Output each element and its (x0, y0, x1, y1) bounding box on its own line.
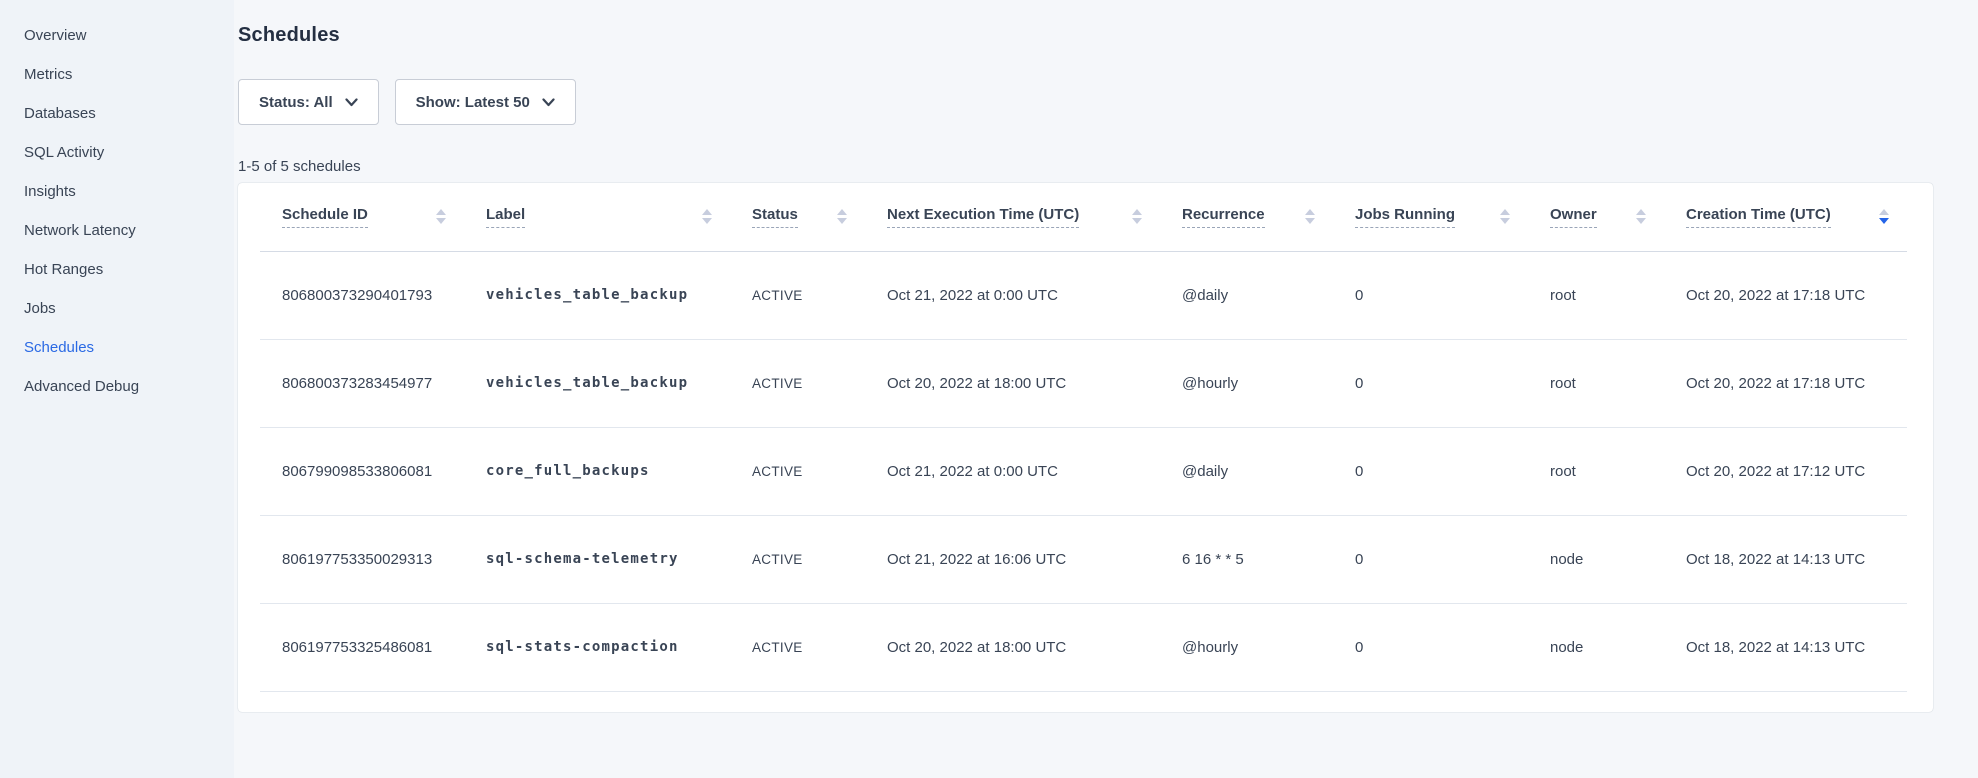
status-cell: ACTIVE (730, 339, 865, 427)
schedule-id-cell: 806800373283454977 (260, 339, 464, 427)
next-execution-cell: Oct 20, 2022 at 18:00 UTC (865, 339, 1160, 427)
chevron-down-icon (542, 98, 555, 107)
sidebar-item-databases[interactable]: Databases (0, 94, 234, 133)
table-row: 806799098533806081 core_full_backups ACT… (260, 427, 1907, 515)
sidebar-item-schedules[interactable]: Schedules (0, 328, 234, 367)
creation-time-cell: Oct 20, 2022 at 17:12 UTC (1664, 427, 1907, 515)
jobs-running-cell: 0 (1333, 515, 1528, 603)
show-filter-label: Show: Latest 50 (416, 94, 530, 111)
schedules-card: Schedule ID Label Status Next Execution … (238, 183, 1933, 712)
next-execution-cell: Oct 21, 2022 at 16:06 UTC (865, 515, 1160, 603)
next-execution-cell: Oct 20, 2022 at 18:00 UTC (865, 603, 1160, 691)
sort-icon (1132, 209, 1142, 224)
owner-cell: node (1528, 515, 1664, 603)
schedules-table: Schedule ID Label Status Next Execution … (260, 183, 1907, 692)
sort-icon (1636, 209, 1646, 224)
jobs-running-cell: 0 (1333, 427, 1528, 515)
schedule-label-cell: vehicles_table_backup (464, 251, 730, 339)
status-cell: ACTIVE (730, 515, 865, 603)
owner-cell: root (1528, 251, 1664, 339)
column-header-creation-time[interactable]: Creation Time (UTC) (1664, 183, 1907, 251)
column-header-next-execution-time[interactable]: Next Execution Time (UTC) (865, 183, 1160, 251)
filters-bar: Status: All Show: Latest 50 (238, 79, 1933, 125)
sidebar-item-sql-activity[interactable]: SQL Activity (0, 133, 234, 172)
jobs-running-cell: 0 (1333, 339, 1528, 427)
table-header-row: Schedule ID Label Status Next Execution … (260, 183, 1907, 251)
creation-time-cell: Oct 18, 2022 at 14:13 UTC (1664, 603, 1907, 691)
table-row: 806800373283454977 vehicles_table_backup… (260, 339, 1907, 427)
schedule-id-cell: 806197753325486081 (260, 603, 464, 691)
recurrence-cell: 6 16 * * 5 (1160, 515, 1333, 603)
recurrence-cell: @hourly (1160, 603, 1333, 691)
sort-icon (1879, 209, 1889, 224)
jobs-running-cell: 0 (1333, 251, 1528, 339)
owner-cell: root (1528, 427, 1664, 515)
sort-icon (1500, 209, 1510, 224)
column-header-owner[interactable]: Owner (1528, 183, 1664, 251)
column-label: Owner (1550, 206, 1597, 228)
sort-icon (837, 209, 847, 224)
sidebar-item-metrics[interactable]: Metrics (0, 55, 234, 94)
sidebar: Overview Metrics Databases SQL Activity … (0, 0, 234, 778)
creation-time-cell: Oct 20, 2022 at 17:18 UTC (1664, 251, 1907, 339)
schedule-label-cell: vehicles_table_backup (464, 339, 730, 427)
next-execution-cell: Oct 21, 2022 at 0:00 UTC (865, 251, 1160, 339)
schedule-label-cell: sql-schema-telemetry (464, 515, 730, 603)
sidebar-item-hot-ranges[interactable]: Hot Ranges (0, 250, 234, 289)
sort-icon (436, 209, 446, 224)
column-label: Label (486, 206, 525, 228)
column-header-status[interactable]: Status (730, 183, 865, 251)
table-row: 806197753325486081 sql-stats-compaction … (260, 603, 1907, 691)
sidebar-item-overview[interactable]: Overview (0, 16, 234, 55)
recurrence-cell: @daily (1160, 427, 1333, 515)
recurrence-cell: @hourly (1160, 339, 1333, 427)
sidebar-item-insights[interactable]: Insights (0, 172, 234, 211)
sidebar-item-jobs[interactable]: Jobs (0, 289, 234, 328)
main-content: Schedules Status: All Show: Latest 50 1-… (234, 0, 1978, 778)
owner-cell: node (1528, 603, 1664, 691)
sort-icon (1305, 209, 1315, 224)
schedule-id-cell: 806799098533806081 (260, 427, 464, 515)
creation-time-cell: Oct 20, 2022 at 17:18 UTC (1664, 339, 1907, 427)
column-label: Status (752, 206, 798, 228)
sidebar-item-network-latency[interactable]: Network Latency (0, 211, 234, 250)
table-row: 806800373290401793 vehicles_table_backup… (260, 251, 1907, 339)
status-cell: ACTIVE (730, 427, 865, 515)
column-label: Jobs Running (1355, 206, 1455, 228)
schedule-id-cell: 806800373290401793 (260, 251, 464, 339)
status-cell: ACTIVE (730, 251, 865, 339)
status-filter-label: Status: All (259, 94, 333, 111)
jobs-running-cell: 0 (1333, 603, 1528, 691)
schedule-id-cell: 806197753350029313 (260, 515, 464, 603)
column-header-schedule-id[interactable]: Schedule ID (260, 183, 464, 251)
column-header-jobs-running[interactable]: Jobs Running (1333, 183, 1528, 251)
column-label: Schedule ID (282, 206, 368, 228)
chevron-down-icon (345, 98, 358, 107)
column-header-label[interactable]: Label (464, 183, 730, 251)
column-label: Creation Time (UTC) (1686, 206, 1831, 228)
results-count: 1-5 of 5 schedules (238, 158, 1933, 175)
column-header-recurrence[interactable]: Recurrence (1160, 183, 1333, 251)
status-filter-dropdown[interactable]: Status: All (238, 79, 379, 125)
recurrence-cell: @daily (1160, 251, 1333, 339)
sort-icon (702, 209, 712, 224)
schedule-label-cell: sql-stats-compaction (464, 603, 730, 691)
show-filter-dropdown[interactable]: Show: Latest 50 (395, 79, 576, 125)
column-label: Recurrence (1182, 206, 1265, 228)
owner-cell: root (1528, 339, 1664, 427)
next-execution-cell: Oct 21, 2022 at 0:00 UTC (865, 427, 1160, 515)
page-title: Schedules (238, 24, 1933, 47)
sidebar-item-advanced-debug[interactable]: Advanced Debug (0, 367, 234, 406)
column-label: Next Execution Time (UTC) (887, 206, 1079, 228)
status-cell: ACTIVE (730, 603, 865, 691)
creation-time-cell: Oct 18, 2022 at 14:13 UTC (1664, 515, 1907, 603)
schedule-label-cell: core_full_backups (464, 427, 730, 515)
table-row: 806197753350029313 sql-schema-telemetry … (260, 515, 1907, 603)
